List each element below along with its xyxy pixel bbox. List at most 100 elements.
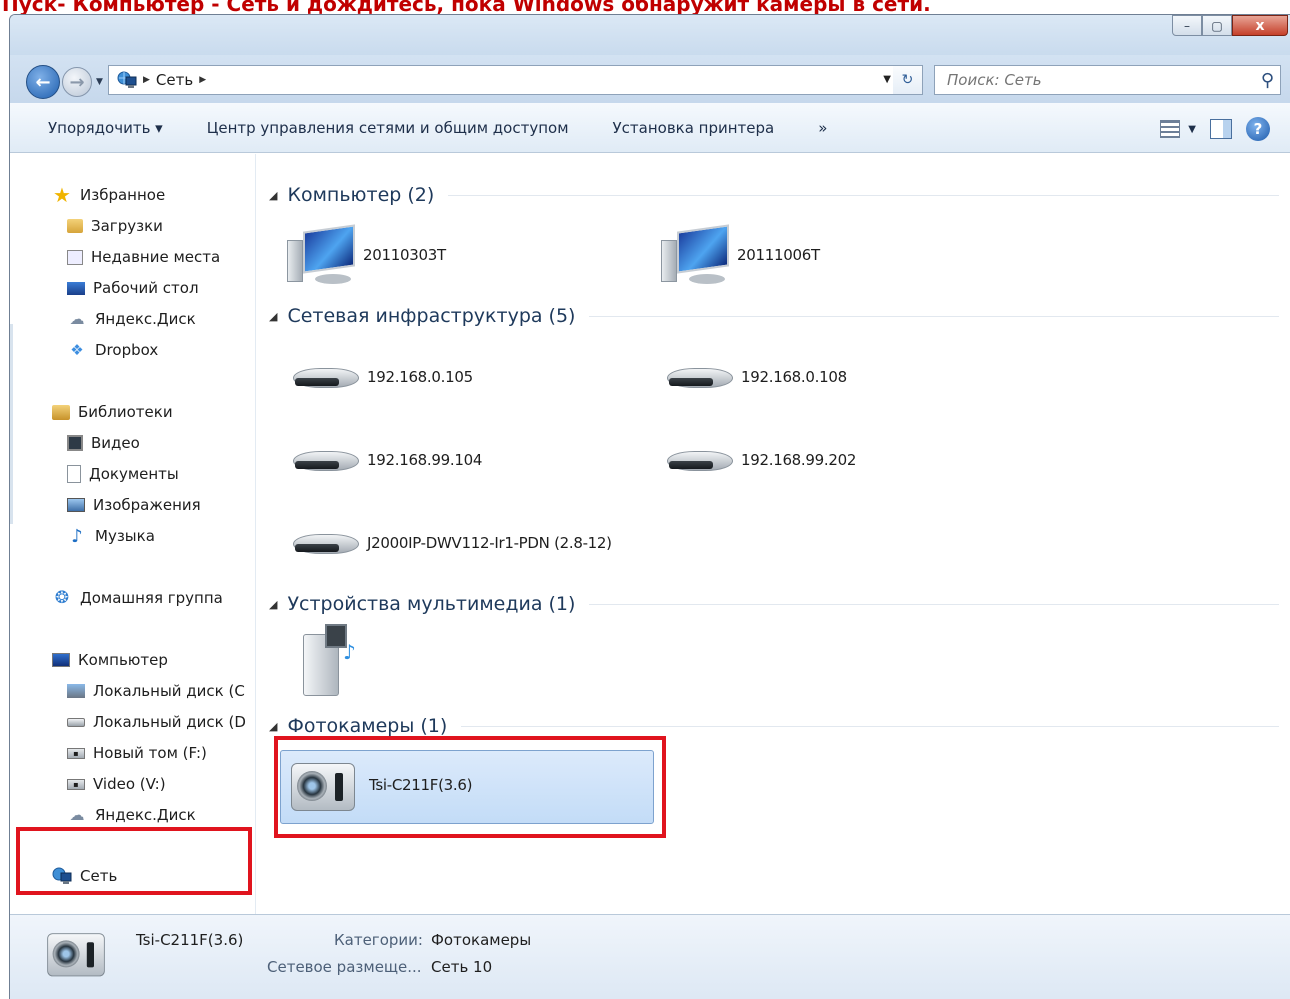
group-cameras[interactable]: ◢ Фотокамеры (1) xyxy=(269,715,1279,737)
network-icon xyxy=(117,71,137,89)
add-printer-button[interactable]: Установка принтера xyxy=(613,119,775,137)
recent-places-icon xyxy=(67,249,83,265)
search-box[interactable]: ⚲ xyxy=(934,65,1281,95)
navigation-pane: ★ Избранное Загрузки Недавние места Рабо… xyxy=(10,154,256,914)
group-title: Компьютер (2) xyxy=(287,184,435,206)
homegroup-icon: ❂ xyxy=(54,588,70,608)
nav-item-drive-d[interactable]: Локальный диск (D xyxy=(67,713,246,731)
group-divider xyxy=(589,603,1279,605)
minimize-button[interactable]: – xyxy=(1172,15,1202,36)
help-icon[interactable]: ? xyxy=(1246,117,1270,141)
media-device-item[interactable]: ♪ xyxy=(295,622,359,702)
nav-label: Локальный диск (C xyxy=(93,682,245,700)
computer-item[interactable]: 20111006T xyxy=(661,224,820,286)
router-item[interactable]: 192.168.0.105 xyxy=(291,360,473,394)
computer-icon xyxy=(52,653,70,667)
router-icon xyxy=(291,443,361,477)
refresh-button[interactable]: ↻ xyxy=(893,65,923,95)
breadcrumb-separator-icon[interactable]: ▶ xyxy=(143,75,150,85)
details-location-label: Сетевое размеще... xyxy=(267,958,422,976)
collapse-triangle-icon[interactable]: ◢ xyxy=(269,720,277,733)
item-label: 20110303T xyxy=(363,246,446,264)
view-controls: ▼ ? xyxy=(1160,117,1270,141)
group-title: Фотокамеры (1) xyxy=(287,715,448,737)
router-item[interactable]: 192.168.99.202 xyxy=(665,443,856,477)
nav-homegroup[interactable]: ❂ Домашняя группа xyxy=(52,588,223,608)
nav-item-yandex-disk-2[interactable]: ☁ Яндекс.Диск xyxy=(67,806,196,824)
search-icon[interactable]: ⚲ xyxy=(1261,70,1274,91)
more-commands-button[interactable]: » xyxy=(818,119,827,137)
nav-label: Video (V:) xyxy=(93,775,166,793)
removable-drive-icon: ▪ xyxy=(67,778,85,790)
removable-drive-icon: ▪ xyxy=(67,747,85,759)
address-bar[interactable]: ▶ Сеть ▶ ▼ xyxy=(108,65,898,95)
details-pane: Tsi-C211F(3.6) Категории: Фотокамеры Сет… xyxy=(10,914,1290,999)
details-name: Tsi-C211F(3.6) xyxy=(136,931,244,949)
nav-item-dropbox[interactable]: ❖ Dropbox xyxy=(67,341,158,359)
group-computer[interactable]: ◢ Компьютер (2) xyxy=(269,184,1279,206)
group-infrastructure[interactable]: ◢ Сетевая инфраструктура (5) xyxy=(269,305,1279,327)
desktop-icon xyxy=(67,281,85,295)
forward-button[interactable]: → xyxy=(62,67,92,97)
group-multimedia[interactable]: ◢ Устройства мультимедиа (1) xyxy=(269,593,1279,615)
collapse-triangle-icon[interactable]: ◢ xyxy=(269,598,277,611)
nav-item-music[interactable]: ♪ Музыка xyxy=(67,526,155,547)
nav-item-documents[interactable]: Документы xyxy=(67,465,179,483)
nav-label: Недавние места xyxy=(91,248,221,266)
address-row: ← → ▼ ▶ Сеть ▶ ▼ ↻ ⚲ xyxy=(10,55,1290,103)
system-drive-icon xyxy=(67,684,85,698)
organize-button[interactable]: Упорядочить ▾ xyxy=(48,119,163,137)
nav-item-drive-c[interactable]: Локальный диск (C xyxy=(67,682,245,700)
breadcrumb-network[interactable]: Сеть xyxy=(156,71,193,89)
item-label: 20111006T xyxy=(737,246,820,264)
nav-item-downloads[interactable]: Загрузки xyxy=(67,217,163,235)
computer-item[interactable]: 20110303T xyxy=(287,224,446,286)
nav-item-drive-f[interactable]: ▪ Новый том (F:) xyxy=(67,744,207,762)
back-button[interactable]: ← xyxy=(26,65,60,99)
nav-label: Музыка xyxy=(95,527,155,545)
nav-computer[interactable]: Компьютер xyxy=(52,651,168,669)
close-button[interactable]: x xyxy=(1232,15,1288,36)
item-label: 192.168.99.202 xyxy=(741,451,857,469)
nav-label: Компьютер xyxy=(78,651,168,669)
nav-item-video[interactable]: Видео xyxy=(67,434,140,452)
nav-scrollbar[interactable] xyxy=(10,324,13,524)
item-label: 192.168.0.105 xyxy=(367,368,473,386)
nav-item-pictures[interactable]: Изображения xyxy=(67,496,201,514)
nav-item-yandex-disk[interactable]: ☁ Яндекс.Диск xyxy=(67,310,196,328)
router-icon xyxy=(665,360,735,394)
router-item[interactable]: J2000IP-DWV112-Ir1-PDN (2.8-12) xyxy=(291,526,612,560)
network-center-button[interactable]: Центр управления сетями и общим доступом xyxy=(207,119,569,137)
nav-favorites[interactable]: ★ Избранное xyxy=(52,183,166,207)
change-view-icon[interactable] xyxy=(1160,120,1181,138)
collapse-triangle-icon[interactable]: ◢ xyxy=(269,189,277,202)
router-item[interactable]: 192.168.0.108 xyxy=(665,360,847,394)
group-title: Сетевая инфраструктура (5) xyxy=(287,305,576,327)
collapse-triangle-icon[interactable]: ◢ xyxy=(269,310,277,323)
search-input[interactable] xyxy=(947,71,1237,89)
router-item[interactable]: 192.168.99.104 xyxy=(291,443,482,477)
view-dropdown-icon[interactable]: ▼ xyxy=(1188,124,1196,135)
nav-label: Загрузки xyxy=(91,217,163,235)
item-label: 192.168.0.108 xyxy=(741,368,847,386)
nav-item-desktop[interactable]: Рабочий стол xyxy=(67,279,199,297)
nav-label: Изображения xyxy=(93,496,201,514)
maximize-button[interactable]: ▢ xyxy=(1202,15,1232,36)
video-library-icon xyxy=(67,435,83,451)
group-divider xyxy=(589,315,1279,317)
nav-label: Избранное xyxy=(80,186,166,204)
recent-pages-dropdown-icon[interactable]: ▼ xyxy=(96,77,103,87)
command-bar: Упорядочить ▾ Центр управления сетями и … xyxy=(10,103,1290,153)
address-dropdown-icon[interactable]: ▼ xyxy=(883,74,891,85)
preview-pane-icon[interactable] xyxy=(1210,119,1232,139)
nav-item-drive-v[interactable]: ▪ Video (V:) xyxy=(67,775,166,793)
nav-libraries[interactable]: Библиотеки xyxy=(52,403,173,421)
router-icon xyxy=(665,443,735,477)
breadcrumb-chevron-icon[interactable]: ▶ xyxy=(199,75,206,85)
nav-item-recent-places[interactable]: Недавние места xyxy=(67,248,220,266)
highlight-box-network xyxy=(16,827,252,895)
group-divider xyxy=(448,194,1279,196)
camera-icon xyxy=(44,926,109,980)
media-device-icon: ♪ xyxy=(295,622,359,702)
explorer-window: – ▢ x ← → ▼ ▶ Сеть ▶ ▼ ↻ ⚲ xyxy=(9,14,1290,999)
